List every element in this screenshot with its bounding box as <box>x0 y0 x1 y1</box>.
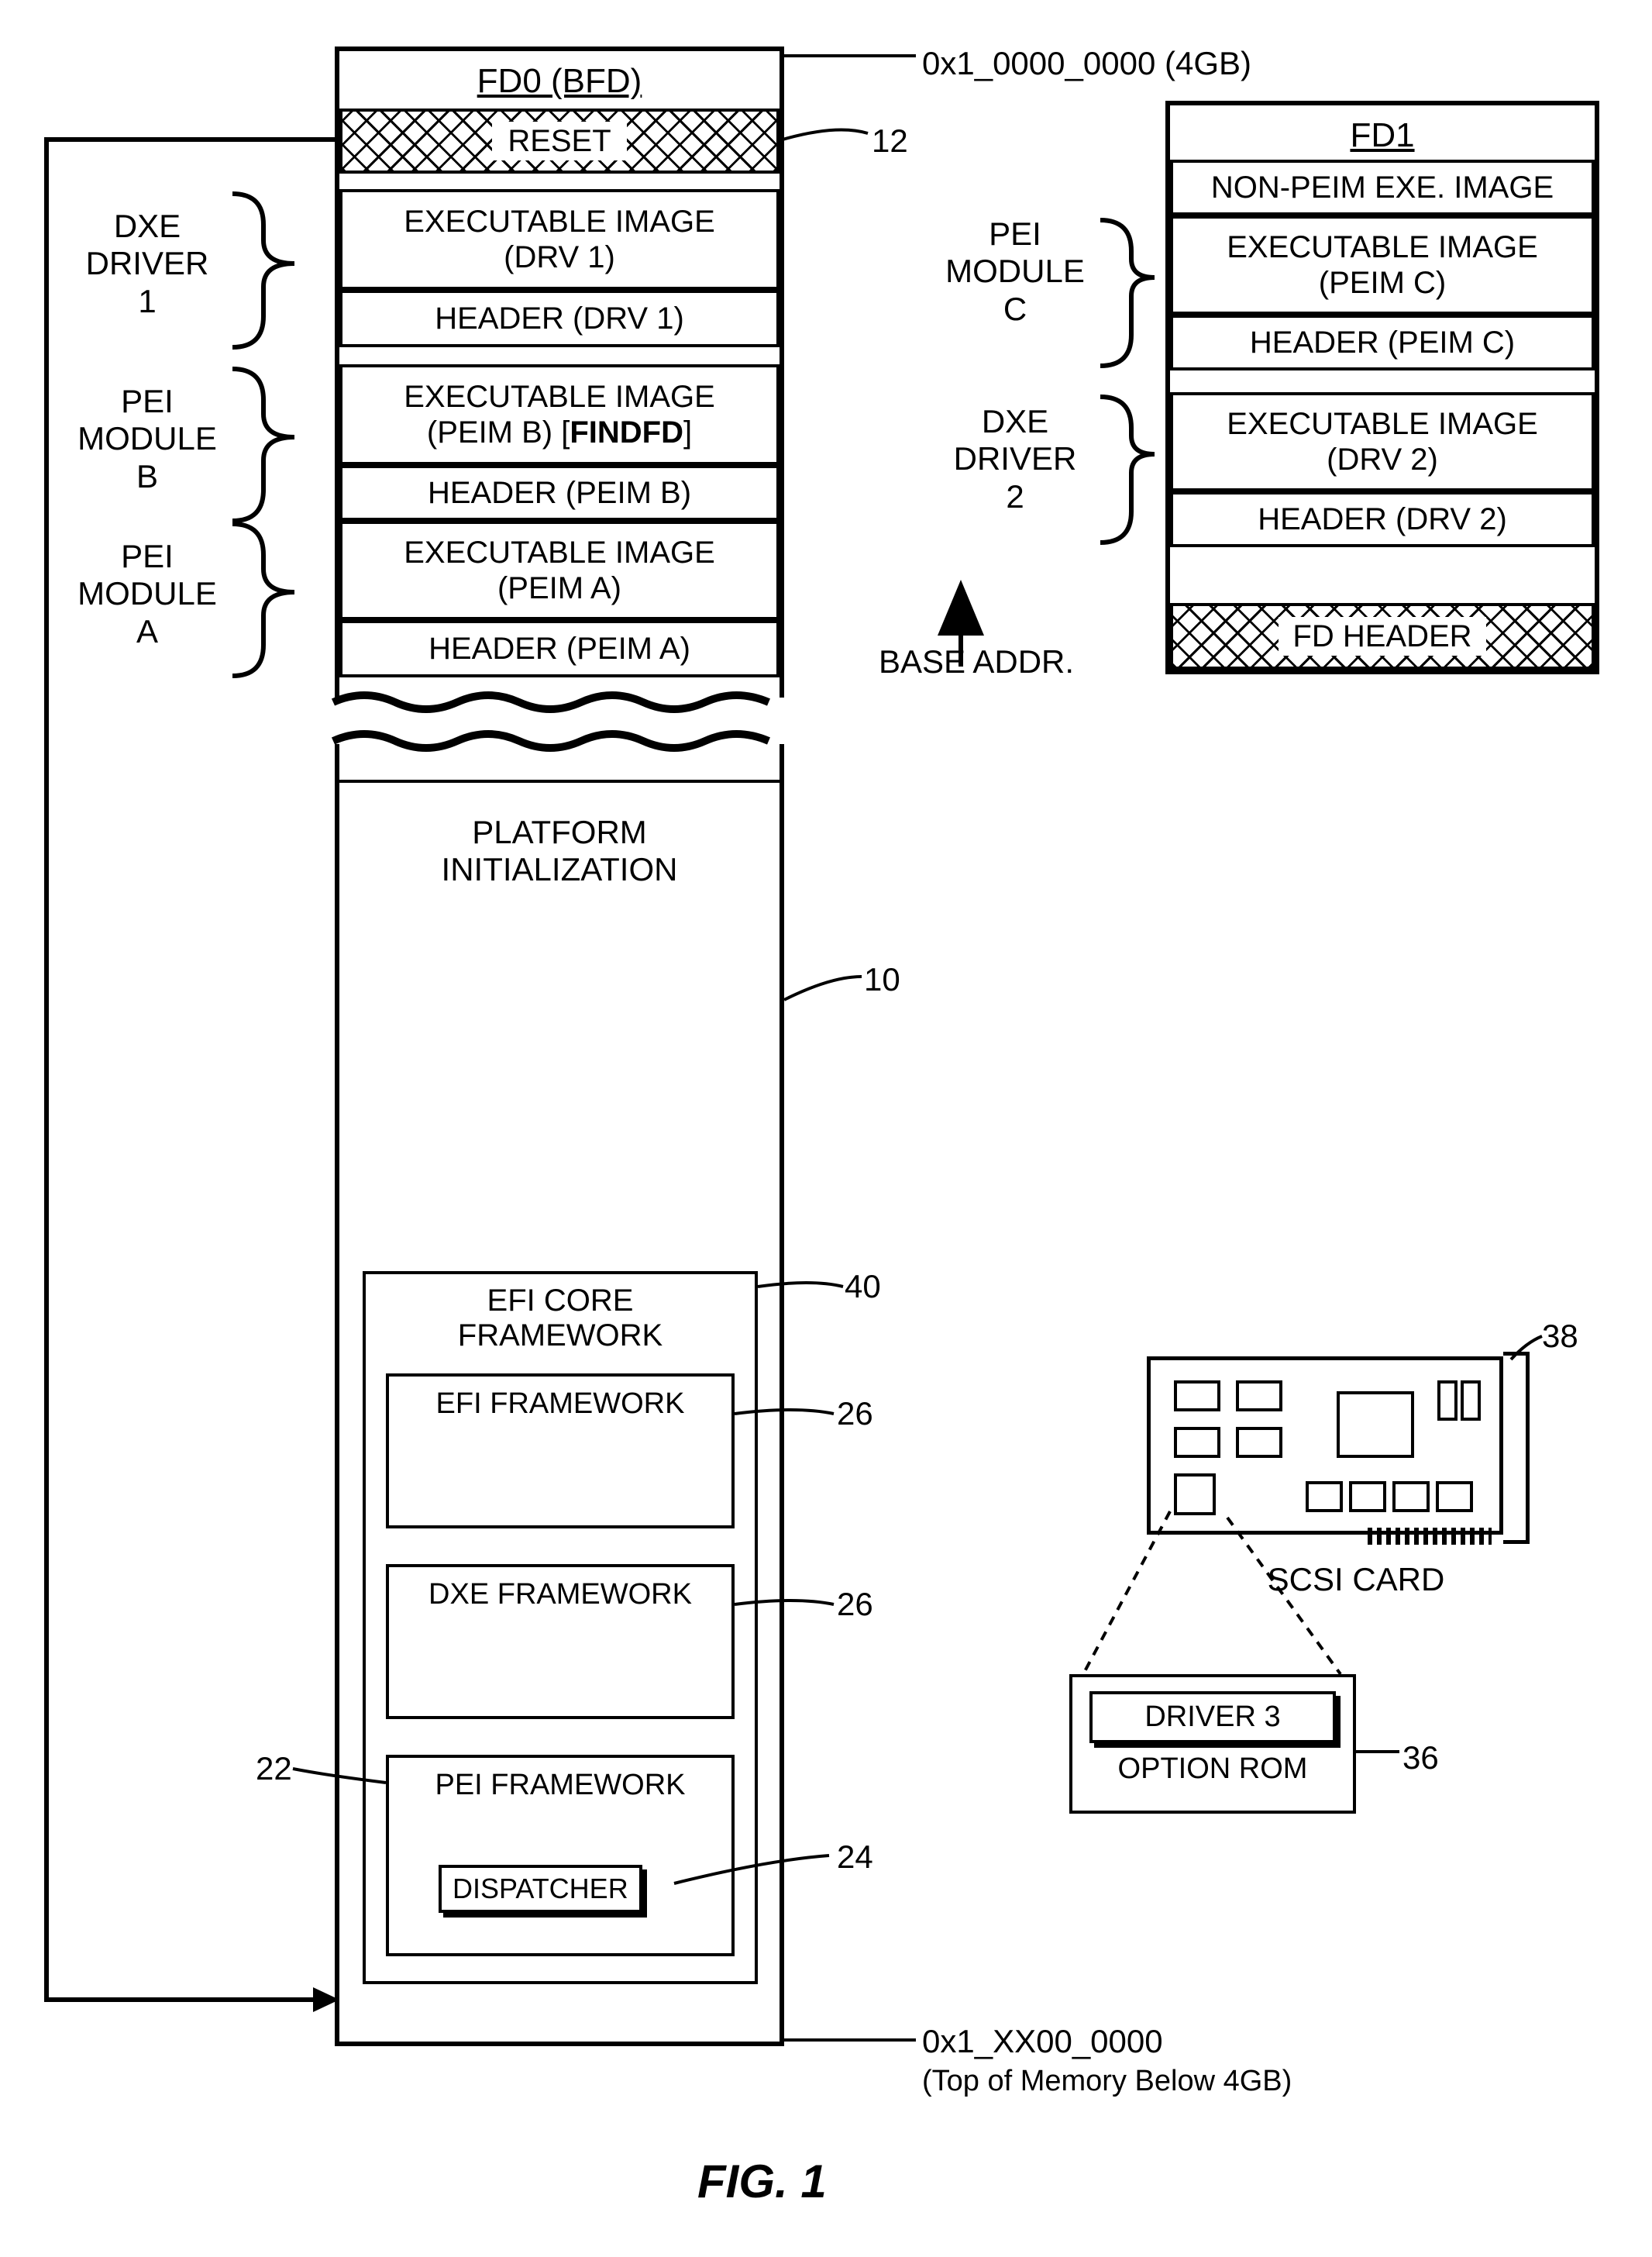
callout-12: 12 <box>872 122 908 160</box>
scsi-card-label: SCSI CARD <box>1224 1561 1488 1598</box>
callout-26b: 26 <box>837 1586 873 1623</box>
fd1-fd-header-label: FD HEADER <box>1279 617 1485 656</box>
fd0-drv1-header: HEADER (DRV 1) <box>339 290 780 347</box>
label-pei-module-c: PEI MODULE C <box>930 215 1100 328</box>
scsi-card <box>1147 1356 1503 1535</box>
label-pei-module-b: PEI MODULE B <box>62 383 232 495</box>
fd0-peima-header: HEADER (PEIM A) <box>339 620 780 677</box>
option-rom-label: OPTION ROM <box>1072 1749 1353 1797</box>
option-rom: DRIVER 3 OPTION ROM <box>1069 1674 1356 1814</box>
fd1-peimc-header: HEADER (PEIM C) <box>1170 315 1595 370</box>
fd0-peimb-header: HEADER (PEIM B) <box>339 465 780 521</box>
callout-38: 38 <box>1542 1318 1578 1355</box>
callout-24: 24 <box>837 1838 873 1876</box>
fd0-drv1-exec: EXECUTABLE IMAGE (DRV 1) <box>339 189 780 290</box>
addr-bottom-note: (Top of Memory Below 4GB) <box>922 2065 1402 2099</box>
base-addr-label: BASE ADDR. <box>852 643 1100 681</box>
efi-framework: EFI FRAMEWORK <box>386 1373 735 1528</box>
pei-framework: PEI FRAMEWORK <box>386 1755 735 1956</box>
label-dxe-driver-2: DXE DRIVER 2 <box>930 403 1100 515</box>
fd0-peima-exec: EXECUTABLE IMAGE (PEIM A) <box>339 521 780 620</box>
fd0-reset: RESET <box>339 109 780 174</box>
findfd-bold: FINDFD <box>570 415 683 450</box>
fd1-drv2-header: HEADER (DRV 2) <box>1170 491 1595 547</box>
fd1-drv2-exec: EXECUTABLE IMAGE (DRV 2) <box>1170 392 1595 491</box>
fd1-fd-header: FD HEADER <box>1170 603 1595 670</box>
fd1-peimc-exec: EXECUTABLE IMAGE (PEIM C) <box>1170 215 1595 315</box>
fd0-platform-init: PLATFORM INITIALIZATION <box>339 814 780 889</box>
callout-10: 10 <box>864 961 900 998</box>
efi-core-title: EFI CORE FRAMEWORK <box>366 1274 755 1361</box>
fd0-peimb-exec: EXECUTABLE IMAGE (PEIM B) [FINDFD] <box>339 364 780 465</box>
addr-bottom-hex: 0x1_XX00_0000 <box>922 2023 1325 2060</box>
fd0-title: FD0 (BFD) <box>339 51 780 105</box>
callout-26a: 26 <box>837 1395 873 1432</box>
fd1-title: FD1 <box>1170 105 1595 160</box>
label-pei-module-a: PEI MODULE A <box>62 538 232 650</box>
callout-22: 22 <box>256 1750 292 1787</box>
fd1-nonpeim: NON-PEIM EXE. IMAGE <box>1170 160 1595 215</box>
callout-36: 36 <box>1402 1739 1439 1776</box>
addr-top: 0x1_0000_0000 (4GB) <box>922 45 1402 82</box>
fd0-divider <box>339 780 780 783</box>
figure-caption: FIG. 1 <box>697 2155 827 2208</box>
label-dxe-driver-1: DXE DRIVER 1 <box>62 208 232 320</box>
callout-40: 40 <box>845 1268 881 1305</box>
fd0-reset-label: RESET <box>492 122 626 160</box>
scsi-bracket-plate <box>1503 1352 1530 1544</box>
dispatcher: DISPATCHER <box>439 1865 642 1913</box>
dxe-framework: DXE FRAMEWORK <box>386 1564 735 1719</box>
driver3: DRIVER 3 <box>1089 1691 1336 1743</box>
